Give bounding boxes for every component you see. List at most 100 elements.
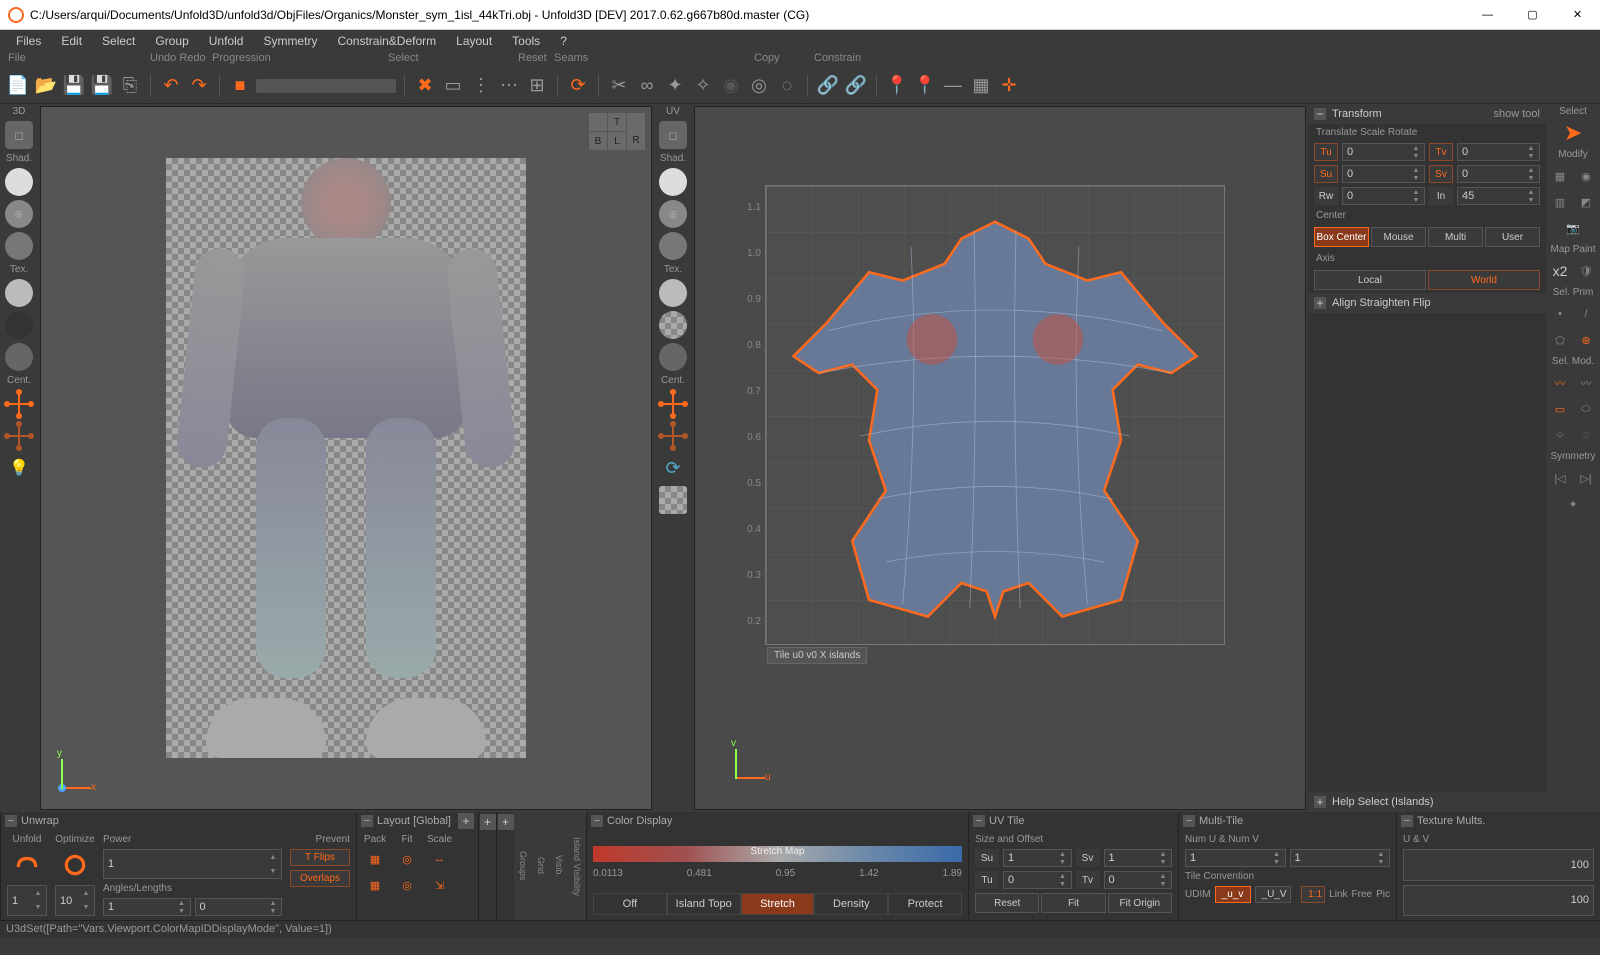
fit1-icon[interactable]: ◎ bbox=[395, 847, 419, 871]
texmults-u[interactable]: 100 bbox=[1403, 849, 1594, 881]
seam7-icon[interactable]: ◌ bbox=[775, 74, 799, 98]
uvtile-su[interactable]: 1▲▼ bbox=[1003, 849, 1072, 867]
minimize-button[interactable]: — bbox=[1465, 0, 1510, 30]
layout-collapse-icon[interactable]: − bbox=[361, 815, 373, 827]
stop-icon[interactable]: ■ bbox=[228, 74, 252, 98]
redo-icon[interactable]: ↷ bbox=[187, 74, 211, 98]
expand-icon[interactable]: + bbox=[1314, 297, 1326, 309]
prim-vertex-icon[interactable]: • bbox=[1548, 302, 1572, 326]
copy2-icon[interactable]: 🔗 bbox=[844, 74, 868, 98]
uv-center2-icon[interactable] bbox=[659, 422, 687, 450]
seam5-icon[interactable]: ◉ bbox=[719, 74, 743, 98]
btn-uv-upper[interactable]: _U_V bbox=[1255, 886, 1291, 903]
mod4-icon[interactable]: ◩ bbox=[1574, 190, 1598, 214]
menu-files[interactable]: Files bbox=[6, 30, 51, 52]
close-button[interactable]: ✕ bbox=[1555, 0, 1600, 30]
selmod-dot-icon[interactable]: ◌ bbox=[1574, 423, 1598, 447]
seg-density[interactable]: Density bbox=[814, 893, 888, 915]
btn-reset[interactable]: Reset bbox=[975, 893, 1039, 913]
seam3-icon[interactable]: ✦ bbox=[663, 74, 687, 98]
selmod1-icon[interactable]: 〰 bbox=[1548, 371, 1572, 395]
btn-fit[interactable]: Fit bbox=[1041, 893, 1105, 913]
side-plus1[interactable]: + bbox=[480, 814, 496, 830]
frame-icon[interactable]: ◻ bbox=[5, 121, 33, 149]
reset-icon[interactable]: ⟳ bbox=[566, 74, 590, 98]
cursor-icon[interactable]: ➤ bbox=[1561, 121, 1585, 145]
uv-shade3-icon[interactable] bbox=[659, 232, 687, 260]
seg-protect[interactable]: Protect bbox=[888, 893, 962, 915]
unfold-icon[interactable] bbox=[11, 849, 43, 881]
shade-wire-icon[interactable]: ⊕ bbox=[5, 200, 33, 228]
scale2-icon[interactable]: ⇲ bbox=[428, 873, 452, 897]
con4-icon[interactable]: ▦ bbox=[969, 74, 993, 98]
pack2-icon[interactable]: ▦ bbox=[363, 873, 387, 897]
seg-stretch[interactable]: Stretch bbox=[741, 893, 815, 915]
viewport-3d[interactable]: T B L F R xy bbox=[40, 106, 652, 810]
color-collapse-icon[interactable]: − bbox=[591, 815, 603, 827]
center-cross2-icon[interactable] bbox=[5, 422, 33, 450]
con2-icon[interactable]: 📍 bbox=[913, 74, 937, 98]
uv-grid-icon[interactable] bbox=[659, 486, 687, 514]
fit2-icon[interactable]: ◎ bbox=[395, 873, 419, 897]
paint-shield-icon[interactable]: 🛡 bbox=[1574, 259, 1598, 283]
side-island[interactable]: Island Visibility bbox=[568, 812, 586, 920]
shade-flat-icon[interactable] bbox=[5, 232, 33, 260]
btn-overlaps[interactable]: Overlaps bbox=[290, 870, 350, 887]
uvtile-collapse-icon[interactable]: − bbox=[973, 815, 985, 827]
btn-boxcenter[interactable]: Box Center bbox=[1314, 227, 1369, 247]
tex3-icon[interactable] bbox=[5, 343, 33, 371]
tile-info[interactable]: Tile u0 v0 X islands bbox=[767, 647, 867, 664]
seg-off[interactable]: Off bbox=[593, 893, 667, 915]
con3-icon[interactable]: — bbox=[941, 74, 965, 98]
uv-shade2-icon[interactable]: ⊕ bbox=[659, 200, 687, 228]
uv-rotate-icon[interactable]: ⟳ bbox=[659, 454, 687, 482]
multitile-u[interactable]: 1▲▼ bbox=[1185, 849, 1286, 867]
menu-constrain[interactable]: Constrain&Deform bbox=[327, 30, 446, 52]
menu-tools[interactable]: Tools bbox=[502, 30, 550, 52]
file-new-icon[interactable]: 📄 bbox=[6, 74, 30, 98]
menu-layout[interactable]: Layout bbox=[446, 30, 502, 52]
side-grid[interactable]: Grid bbox=[532, 812, 550, 920]
uvtile-tu[interactable]: 0▲▼ bbox=[1003, 871, 1072, 889]
uv-center1-icon[interactable] bbox=[659, 390, 687, 418]
unfold-num[interactable]: 1▲▼ bbox=[7, 885, 47, 916]
input-tv[interactable]: 0▲▼ bbox=[1457, 143, 1540, 161]
selmod2-icon[interactable]: 〰 bbox=[1574, 371, 1598, 395]
undo-icon[interactable]: ↶ bbox=[159, 74, 183, 98]
btn-tflips[interactable]: T Flips bbox=[290, 849, 350, 866]
align-header[interactable]: + Align Straighten Flip bbox=[1308, 293, 1546, 313]
show-tool-link[interactable]: show tool bbox=[1494, 108, 1540, 120]
menu-unfold[interactable]: Unfold bbox=[199, 30, 254, 52]
uv-shade1-icon[interactable] bbox=[659, 168, 687, 196]
mod1-icon[interactable]: ▦ bbox=[1548, 164, 1572, 188]
btn-local[interactable]: Local bbox=[1314, 270, 1426, 290]
multitile-v[interactable]: 1▲▼ bbox=[1290, 849, 1391, 867]
help-header[interactable]: + Help Select (Islands) bbox=[1308, 792, 1546, 812]
mod5-icon[interactable]: 📷 bbox=[1561, 216, 1585, 240]
select3-icon[interactable]: ⋯ bbox=[497, 74, 521, 98]
btn-ratio[interactable]: 1:1 bbox=[1301, 886, 1325, 903]
uvtile-sv[interactable]: 1▲▼ bbox=[1104, 849, 1173, 867]
optimize-icon[interactable] bbox=[59, 849, 91, 881]
mod2-icon[interactable]: ◉ bbox=[1574, 164, 1598, 188]
sym-prev-icon[interactable]: |◁ bbox=[1548, 466, 1572, 490]
menu-symmetry[interactable]: Symmetry bbox=[253, 30, 327, 52]
shade-smooth-icon[interactable] bbox=[5, 168, 33, 196]
input-tu[interactable]: 0▲▼ bbox=[1342, 143, 1425, 161]
scale1-icon[interactable]: ↔ bbox=[428, 847, 452, 871]
uv-tex3-icon[interactable] bbox=[659, 343, 687, 371]
side-visib[interactable]: Visib. bbox=[550, 812, 568, 920]
progress-slider[interactable] bbox=[256, 79, 396, 93]
sym-add-icon[interactable]: ✦ bbox=[1561, 492, 1585, 516]
menu-help[interactable]: ? bbox=[550, 30, 577, 52]
side-plus2[interactable]: + bbox=[498, 814, 514, 830]
btn-multi[interactable]: Multi bbox=[1428, 227, 1483, 247]
cube-l[interactable]: L bbox=[608, 132, 626, 150]
cube-r[interactable]: R bbox=[627, 131, 645, 149]
seam6-icon[interactable]: ◎ bbox=[747, 74, 771, 98]
pack1-icon[interactable]: ▦ bbox=[363, 847, 387, 871]
side-groups[interactable]: Groups bbox=[514, 812, 532, 920]
opt-num[interactable]: 10▲▼ bbox=[55, 885, 95, 916]
select2-icon[interactable]: ⋮ bbox=[469, 74, 493, 98]
angles-num2[interactable]: 0▲▼ bbox=[195, 898, 283, 916]
